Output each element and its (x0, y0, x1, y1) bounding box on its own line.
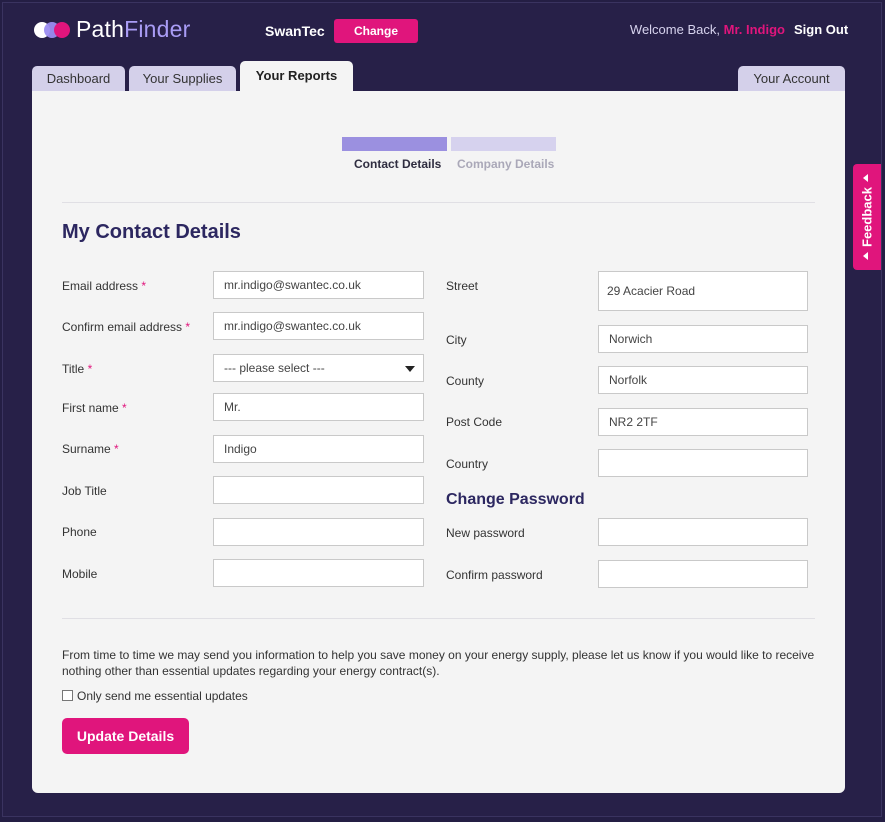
country-field[interactable] (598, 449, 808, 477)
page-title: My Contact Details (62, 221, 241, 243)
feedback-tab[interactable]: Feedback (853, 164, 881, 270)
tab-your-reports[interactable]: Your Reports (240, 61, 353, 91)
logo-text: PathFinder (76, 16, 191, 42)
label-confirm-email: Confirm email address * (62, 320, 191, 334)
tab-your-account[interactable]: Your Account (738, 66, 845, 91)
step-label-company[interactable]: Company Details (457, 157, 554, 171)
change-password-heading: Change Password (446, 491, 585, 508)
city-field[interactable]: Norwich (598, 325, 808, 353)
label-phone: Phone (62, 525, 97, 539)
divider-top (62, 202, 815, 203)
required-marker: * (122, 401, 127, 415)
label-street: Street (446, 279, 479, 293)
surname-field[interactable]: Indigo (213, 435, 424, 463)
label-new-password: New password (446, 526, 525, 540)
label-title: Title * (62, 362, 93, 376)
mobile-field[interactable] (213, 559, 424, 587)
company-name: SwanTec (265, 23, 325, 39)
job-title-field[interactable] (213, 476, 424, 504)
required-marker: * (185, 320, 191, 334)
main-panel: Contact Details Company Details My Conta… (32, 91, 845, 793)
label-surname: Surname * (62, 442, 119, 456)
email-field[interactable]: mr.indigo@swantec.co.uk (213, 271, 424, 299)
title-select-value: --- please select --- (224, 361, 325, 375)
new-password-field[interactable] (598, 518, 808, 546)
street-field[interactable]: 29 Acacier Road (598, 271, 808, 311)
post-code-field[interactable]: NR2 2TF (598, 408, 808, 436)
update-details-button[interactable]: Update Details (62, 718, 189, 754)
confirm-email-field[interactable]: mr.indigo@swantec.co.uk (213, 312, 424, 340)
county-field[interactable]: Norfolk (598, 366, 808, 394)
first-name-field[interactable]: Mr. (213, 393, 424, 421)
label-post-code: Post Code (446, 415, 503, 429)
label-job-title: Job Title (62, 484, 107, 498)
essential-updates-checkbox[interactable] (62, 690, 73, 701)
title-select[interactable]: --- please select --- (213, 354, 424, 382)
label-first-name: First name * (62, 401, 127, 415)
essential-updates-label[interactable]: Only send me essential updates (77, 689, 248, 703)
marketing-info-text: From time to time we may send you inform… (62, 648, 815, 678)
tab-dashboard[interactable]: Dashboard (32, 66, 125, 91)
triangle-left-icon (863, 252, 868, 260)
welcome-prefix: Welcome Back, (629, 22, 720, 37)
phone-field[interactable] (213, 518, 424, 546)
feedback-label: Feedback (859, 187, 875, 247)
tab-your-supplies[interactable]: Your Supplies (129, 66, 236, 91)
dropdown-arrow-icon (405, 366, 415, 372)
logo-circles-icon (34, 19, 72, 41)
label-county: County (446, 374, 485, 388)
required-marker: * (87, 362, 93, 376)
label-city: City (446, 333, 467, 347)
pathfinder-logo[interactable]: PathFinder (34, 16, 191, 43)
label-email: Email address * (62, 279, 147, 293)
welcome-message: Welcome Back, Mr. Indigo (630, 22, 785, 37)
confirm-password-field[interactable] (598, 560, 808, 588)
triangle-left-icon (863, 174, 868, 182)
divider-bottom (62, 618, 815, 619)
step-label-contact[interactable]: Contact Details (354, 157, 441, 171)
label-mobile: Mobile (62, 567, 98, 581)
step-bar-contact (342, 137, 447, 151)
step-bar-company (451, 137, 556, 151)
change-company-button[interactable]: Change (334, 19, 418, 43)
label-confirm-password: Confirm password (446, 568, 543, 582)
sign-out-link[interactable]: Sign Out (794, 22, 848, 37)
required-marker: * (114, 442, 119, 456)
user-name-link[interactable]: Mr. Indigo (724, 22, 785, 37)
label-country: Country (446, 457, 489, 471)
required-marker: * (141, 279, 147, 293)
